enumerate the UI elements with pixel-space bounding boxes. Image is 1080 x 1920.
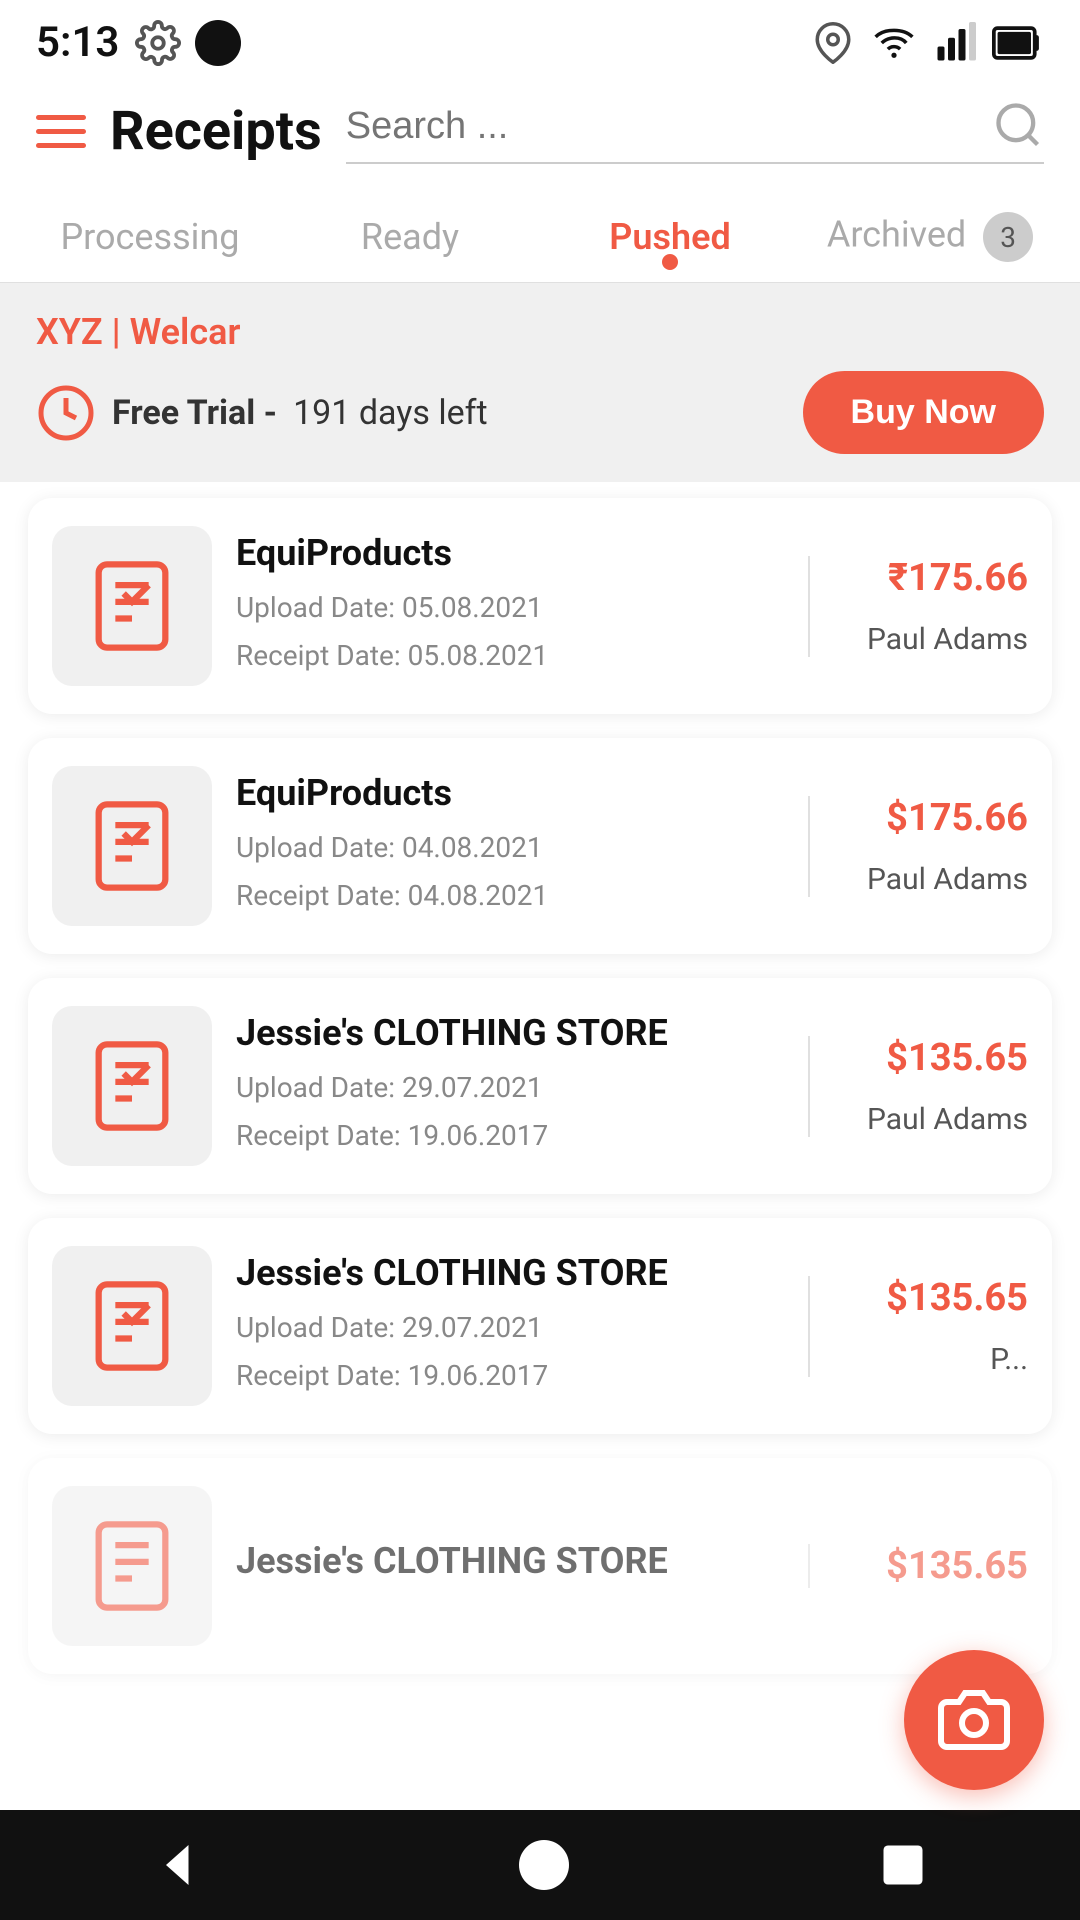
receipt-upload-date: Upload Date: 29.07.2021: [236, 1064, 784, 1112]
home-circle-icon: [514, 1835, 574, 1895]
receipt-date: Receipt Date: 04.08.2021: [236, 872, 784, 920]
receipt-name: EquiProducts: [236, 772, 784, 814]
receipt-info: Jessie's CLOTHING STORE Upload Date: 29.…: [236, 1012, 784, 1159]
dot-circle: [195, 20, 241, 66]
trial-text: Free Trial - 191 days left: [36, 383, 488, 443]
search-button[interactable]: [992, 99, 1044, 154]
receipt-name: Jessie's CLOTHING STORE: [236, 1012, 784, 1054]
receipt-icon-wrap: [52, 1246, 212, 1406]
wifi-icon: [870, 22, 918, 64]
tab-processing-label: Processing: [60, 216, 239, 258]
receipt-upload-date: Upload Date: 05.08.2021: [236, 584, 784, 632]
receipt-user: Paul Adams: [867, 1102, 1028, 1137]
menu-line-3: [36, 143, 86, 148]
menu-line-2: [36, 129, 86, 134]
receipt-amount: ₹175.66: [888, 556, 1028, 600]
timer-icon: [36, 383, 96, 443]
receipt-amount: $135.65: [886, 1276, 1028, 1320]
receipts-list: EquiProducts Upload Date: 05.08.2021 Rec…: [0, 498, 1080, 1804]
receipt-card[interactable]: EquiProducts Upload Date: 05.08.2021 Rec…: [28, 498, 1052, 714]
receipt-icon: [82, 1036, 182, 1136]
tab-archived[interactable]: Archived 3: [800, 184, 1060, 282]
receipt-right: $135.65 Paul Adams: [808, 1036, 1028, 1137]
receipt-icon: [82, 796, 182, 896]
receipt-right: $175.66 Paul Adams: [808, 796, 1028, 897]
tabs-bar: Processing Ready Pushed Archived 3: [0, 184, 1080, 283]
camera-icon: [938, 1684, 1010, 1756]
receipt-icon-wrap: [52, 526, 212, 686]
trial-banner: XYZ | Welcar Free Trial - 191 days left …: [0, 283, 1080, 482]
battery-icon: [992, 22, 1044, 64]
search-icon: [992, 99, 1044, 151]
receipt-card[interactable]: Jessie's CLOTHING STORE Upload Date: 29.…: [28, 1218, 1052, 1434]
status-left: 5:13: [36, 18, 241, 67]
status-bar: 5:13: [0, 0, 1080, 79]
nav-home-button[interactable]: [514, 1835, 574, 1895]
tab-processing[interactable]: Processing: [20, 188, 280, 278]
tab-pushed[interactable]: Pushed: [540, 188, 800, 278]
receipt-icon: [82, 1276, 182, 1376]
receipt-info: Jessie's CLOTHING STORE Upload Date: 29.…: [236, 1252, 784, 1399]
tab-ready[interactable]: Ready: [280, 188, 540, 278]
receipt-upload-date: Upload Date: 29.07.2021: [236, 1304, 784, 1352]
tab-ready-label: Ready: [361, 216, 459, 258]
receipt-name: Jessie's CLOTHING STORE: [236, 1252, 784, 1294]
receipt-card[interactable]: Jessie's CLOTHING STORE Upload Date: 29.…: [28, 978, 1052, 1194]
search-input[interactable]: [346, 105, 982, 148]
receipt-user: Paul Adams: [867, 622, 1028, 657]
receipt-amount: $135.65: [886, 1036, 1028, 1080]
tab-pushed-label: Pushed: [609, 216, 730, 258]
receipt-icon-wrap: [52, 1486, 212, 1646]
receipt-icon: [82, 556, 182, 656]
bottom-nav: [0, 1810, 1080, 1920]
receipt-info: EquiProducts Upload Date: 05.08.2021 Rec…: [236, 532, 784, 679]
signal-icon: [934, 22, 976, 64]
receipt-amount: $175.66: [886, 796, 1028, 840]
receipt-card[interactable]: EquiProducts Upload Date: 04.08.2021 Rec…: [28, 738, 1052, 954]
receipt-info: Jessie's CLOTHING STORE: [236, 1540, 784, 1592]
status-time: 5:13: [36, 18, 119, 67]
menu-line-1: [36, 115, 86, 120]
receipt-right: $135.65: [808, 1544, 1028, 1588]
buy-now-button[interactable]: Buy Now: [803, 371, 1044, 454]
receipt-card-partial[interactable]: Jessie's CLOTHING STORE $135.65: [28, 1458, 1052, 1674]
menu-button[interactable]: [36, 115, 86, 148]
receipt-amount: $135.65: [886, 1544, 1028, 1588]
receipt-icon-wrap: [52, 1006, 212, 1166]
receipt-date: Receipt Date: 05.08.2021: [236, 632, 784, 680]
archived-badge: 3: [983, 212, 1033, 262]
trial-org-name: XYZ | Welcar: [36, 311, 1044, 353]
status-icons: [135, 20, 241, 66]
receipt-date: Receipt Date: 19.06.2017: [236, 1112, 784, 1160]
receipt-user: P...: [990, 1342, 1028, 1377]
receipt-user: Paul Adams: [867, 862, 1028, 897]
tab-archived-label: Archived: [827, 214, 966, 256]
back-icon: [151, 1835, 211, 1895]
receipt-right: ₹175.66 Paul Adams: [808, 556, 1028, 657]
receipt-info: EquiProducts Upload Date: 04.08.2021 Rec…: [236, 772, 784, 919]
nav-recents-button[interactable]: [877, 1839, 929, 1891]
nav-back-button[interactable]: [151, 1835, 211, 1895]
trial-info: Free Trial - 191 days left Buy Now: [36, 371, 1044, 454]
status-right: [812, 22, 1044, 64]
trial-days: 191 days left: [293, 393, 488, 433]
search-bar: [346, 99, 1044, 164]
page-title: Receipts: [110, 100, 322, 163]
receipt-icon: [82, 1516, 182, 1616]
square-icon: [877, 1839, 929, 1891]
receipt-upload-date: Upload Date: 04.08.2021: [236, 824, 784, 872]
receipt-name: EquiProducts: [236, 532, 784, 574]
receipt-date: Receipt Date: 19.06.2017: [236, 1352, 784, 1400]
location-icon: [812, 22, 854, 64]
header: Receipts: [0, 79, 1080, 184]
receipt-name: Jessie's CLOTHING STORE: [236, 1540, 784, 1582]
receipt-icon-wrap: [52, 766, 212, 926]
trial-label: Free Trial -: [112, 393, 277, 433]
receipt-right: $135.65 P...: [808, 1276, 1028, 1377]
gear-icon: [135, 20, 181, 66]
camera-fab-button[interactable]: [904, 1650, 1044, 1790]
